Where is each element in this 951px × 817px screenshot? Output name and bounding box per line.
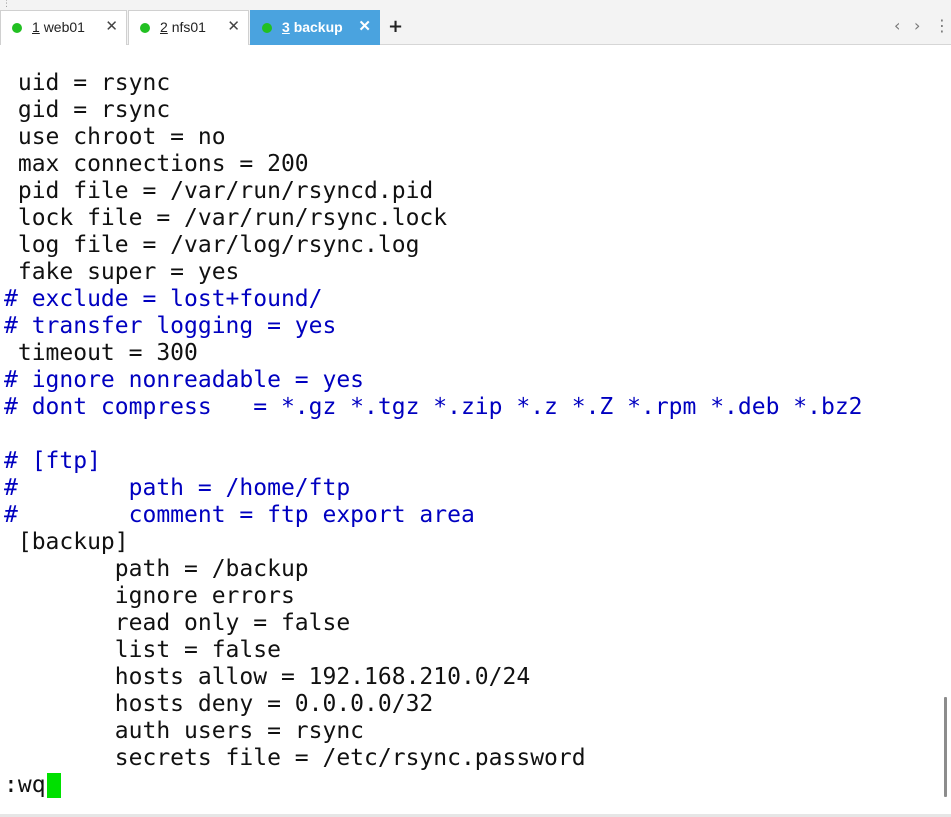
terminal-line: auth users = rsync (4, 718, 365, 744)
terminal-line: # ignore nonreadable = yes (4, 367, 365, 393)
close-icon[interactable]: ✕ (227, 18, 240, 36)
terminal-line: log file = /var/log/rsync.log (4, 232, 420, 258)
chevron-right-icon[interactable]: › (914, 16, 920, 36)
terminal-line: use chroot = no (4, 124, 226, 150)
tab-number: 2 (160, 19, 168, 35)
scrollbar-thumb[interactable] (944, 697, 947, 797)
tab-label: 3 backup (282, 19, 343, 35)
terminal-line: ignore errors (4, 583, 295, 609)
connection-status-icon (262, 23, 272, 33)
terminal-line: # exclude = lost+found/ (4, 286, 323, 312)
terminal-line: lock file = /var/run/rsync.lock (4, 205, 448, 231)
tab-nfs01[interactable]: 2 nfs01 ✕ (128, 10, 249, 45)
terminal-line: # dont compress = *.gz *.tgz *.zip *.z *… (4, 394, 863, 420)
tab-name: backup (293, 19, 343, 35)
tab-name: web01 (43, 19, 85, 35)
terminal-line: # path = /home/ftp (4, 475, 351, 501)
drag-grip-icon[interactable]: ⋮ (2, 0, 11, 9)
connection-status-icon (12, 23, 22, 33)
terminal-line: # transfer logging = yes (4, 313, 337, 339)
tab-label: 1 web01 (32, 19, 85, 35)
text-cursor (47, 773, 61, 798)
new-tab-button[interactable]: + (388, 17, 403, 37)
terminal-line: # comment = ftp export area (4, 502, 475, 528)
tab-bar: ⋮ 1 web01 ✕ 2 nfs01 ✕ 3 backup ✕ + ‹ › ⋮ (0, 0, 951, 45)
terminal-window: ⋮ 1 web01 ✕ 2 nfs01 ✕ 3 backup ✕ + ‹ › ⋮… (0, 0, 951, 817)
tab-backup[interactable]: 3 backup ✕ (250, 10, 380, 45)
terminal-line: hosts allow = 192.168.210.0/24 (4, 664, 531, 690)
terminal-line: read only = false (4, 610, 351, 636)
close-icon[interactable]: ✕ (358, 18, 371, 36)
terminal-output[interactable]: uid = rsync gid = rsync use chroot = no … (0, 45, 940, 815)
more-menu-icon[interactable]: ⋮ (934, 16, 950, 36)
tab-name: nfs01 (171, 19, 206, 35)
terminal-line: gid = rsync (4, 97, 171, 123)
terminal-line: max connections = 200 (4, 151, 309, 177)
tab-number: 3 (282, 19, 290, 35)
terminal-line: uid = rsync (4, 70, 171, 96)
terminal-line: hosts deny = 0.0.0.0/32 (4, 691, 434, 717)
terminal-line: path = /backup (4, 556, 309, 582)
terminal-line: pid file = /var/run/rsyncd.pid (4, 178, 434, 204)
connection-status-icon (140, 23, 150, 33)
terminal-line: secrets file = /etc/rsync.password (4, 745, 586, 771)
close-icon[interactable]: ✕ (105, 18, 118, 36)
command-line: :wq (4, 772, 46, 798)
terminal-line: # [ftp] (4, 448, 101, 474)
terminal-line: timeout = 300 (4, 340, 198, 366)
terminal-line: list = false (4, 637, 281, 663)
terminal-line: [backup] (4, 529, 129, 555)
tab-web01[interactable]: 1 web01 ✕ (0, 10, 127, 45)
terminal-line: fake super = yes (4, 259, 240, 285)
tab-label: 2 nfs01 (160, 19, 206, 35)
chevron-left-icon[interactable]: ‹ (894, 16, 900, 36)
tab-number: 1 (32, 19, 40, 35)
